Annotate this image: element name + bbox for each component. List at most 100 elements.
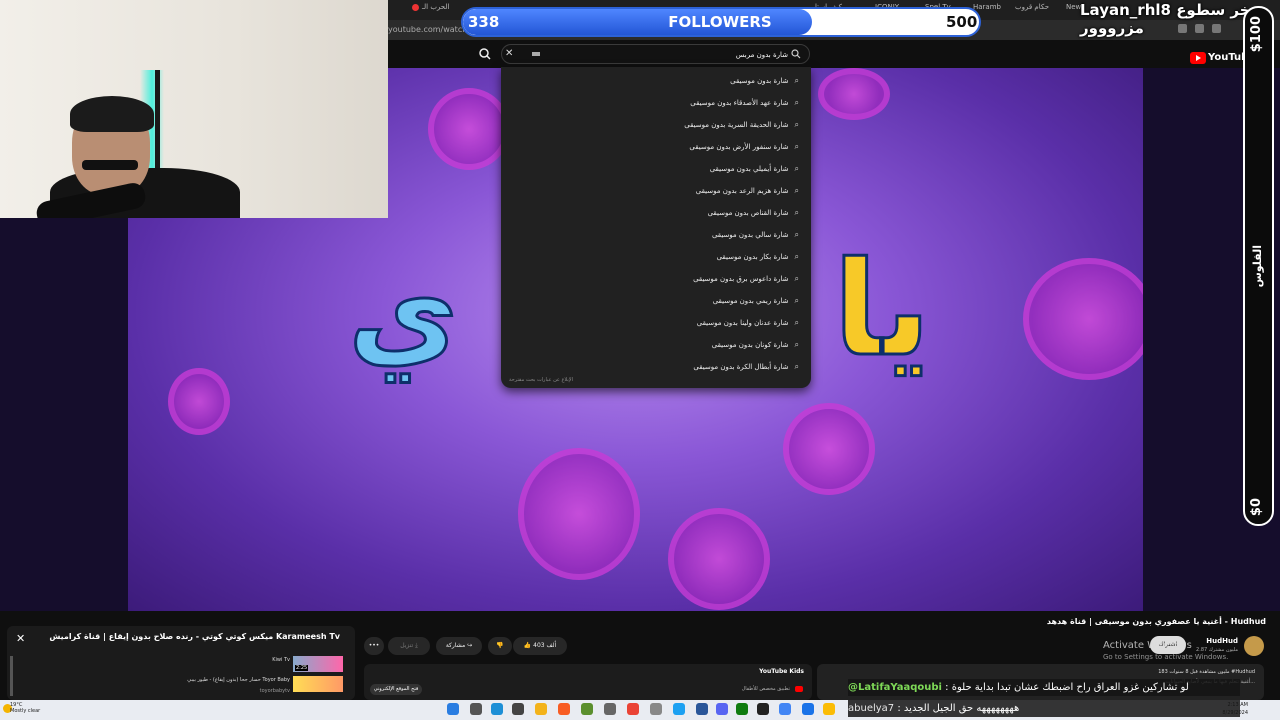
search-icon: ⌕ <box>794 362 799 371</box>
suggestion-item[interactable]: ﺷﺎﺭﺓ ﺑﻜﺎﺭ ﺑﺪﻭﻥ ﻣﻮﺳﻴﻘﻰ ⌕ <box>519 247 799 267</box>
bubble-decoration <box>783 403 875 495</box>
streamer-hair <box>70 96 154 132</box>
activate-windows-title: Activate Windows <box>1103 640 1192 651</box>
suggestion-item[interactable]: ﺷﺎﺭﺓ ﺍﻟﺤﺪﻳﻘﺔ ﺍﻟﺴﺮﻳﺔ ﺑﺪﻭﻥ ﻣﻮﺳﻴﻘﻰ ⌕ <box>519 115 799 135</box>
video-title-art-left: ي <box>347 242 460 384</box>
youtube-kids-icon <box>795 686 803 692</box>
suggestion-item[interactable]: ﺷﺎﺭﺓ ﺭﻳﻤﻲ ﺑﺪﻭﻥ ﻣﻮﺳﻴﻘﻰ ⌕ <box>519 291 799 311</box>
start-icon[interactable] <box>447 703 459 715</box>
search-icon: ⌕ <box>794 318 799 327</box>
task-view-icon[interactable] <box>512 703 524 715</box>
channel-avatar[interactable] <box>1244 636 1264 656</box>
suggestion-item[interactable]: ﺷﺎﺭﺓ ﺳﺎﻟﻲ ﺑﺪﻭﻥ ﻣﻮﺳﻴﻘﻰ ⌕ <box>519 225 799 245</box>
discord-icon[interactable] <box>716 703 728 715</box>
activate-windows-sub: Go to Settings to activate Windows. <box>1103 653 1229 661</box>
bubble-decoration <box>1023 258 1143 380</box>
close-icon[interactable]: ✕ <box>16 632 25 645</box>
queue-thumbnail[interactable] <box>293 676 343 692</box>
video-views: 183 ﻣﻠﻴﻮﻥ ﻣﺸﺎﻫﺪﺓ ﻗﺒﻞ 8 ﺳﻨﻮﺍﺕ #Hudhud <box>1158 669 1255 675</box>
search-box[interactable] <box>501 44 810 64</box>
donation-min: $0 <box>1249 498 1264 517</box>
search-icon: ⌕ <box>794 340 799 349</box>
youtube-favicon-icon <box>412 3 419 11</box>
chrome-icon[interactable] <box>627 703 639 715</box>
search-icon: ⌕ <box>794 208 799 217</box>
file-explorer-icon[interactable] <box>535 703 547 715</box>
queue-thumbnail[interactable]: 2:25 <box>293 656 343 672</box>
suggestion-item[interactable]: ﺷﺎﺭﺓ ﺑﺪﻭﻥ ﻣﻮﺳﻴﻘﻰ ⌕ <box>519 71 799 91</box>
search-icon: ⌕ <box>794 142 799 151</box>
suggestion-item[interactable]: ﺷﺎﺭﺓ ﻛﻮﻧﺎﻥ ﺑﺪﻭﻥ ﻣﻮﺳﻴﻘﻰ ⌕ <box>519 335 799 355</box>
report-suggestions-link[interactable]: ﺍﻹﺑﻼﻍ ﻋﻦ ﻋﺒﺎﺭﺍﺕ ﺑﺤﺚ ﻣﻘﺘﺮﺣﺔ <box>509 377 573 383</box>
app-icon[interactable] <box>604 703 616 715</box>
suggestion-item[interactable]: ﺷﺎﺭﺓ ﺃﻳﻤﻴﻠﻲ ﺑﺪﻭﻥ ﻣﻮﺳﻴﻘﻰ ⌕ <box>519 159 799 179</box>
kids-promo-subtitle: ﺗﻄﺒﻴﻖ ﻣﺨﺼﺺ ﻟﻸﻃﻔﺎﻝ <box>741 686 790 692</box>
more-actions-button[interactable]: ••• <box>364 637 384 655</box>
app-icon[interactable] <box>673 703 685 715</box>
bubble-decoration <box>818 68 890 120</box>
search-button[interactable] <box>470 44 500 64</box>
download-icon: ⤓ <box>415 642 418 649</box>
search-icon: ⌕ <box>794 274 799 283</box>
bubble-decoration <box>518 448 640 580</box>
followers-label: FOLLOWERS <box>668 13 772 31</box>
bubble-decoration <box>668 508 770 610</box>
keyboard-icon[interactable] <box>532 52 540 56</box>
search-icon: ⌕ <box>794 76 799 85</box>
clear-search-icon[interactable]: ✕ <box>505 48 513 59</box>
video-title-art-right: يا <box>832 232 933 387</box>
share-button[interactable]: ﻣﺸﺎﺭﻛﺔ ↪ <box>436 637 482 655</box>
search-icon <box>479 48 491 60</box>
suggestion-item[interactable]: ﺷﺎﺭﺓ ﻫﺰﻳﻢ ﺍﻟﺮﻋﺪ ﺑﺪﻭﻥ ﻣﻮﺳﻴﻘﻰ ⌕ <box>519 181 799 201</box>
queue-item-title[interactable]: Kiwi Tv <box>40 657 290 663</box>
chat-message: @LatifaYaaqoubi : ﻟﻮ ﺗﺸﺎﺭﻛﻴﻦ ﻏﺰﻭ ﺍﻟﻌﺮﺍﻕ … <box>848 679 1240 696</box>
app-icon[interactable] <box>650 703 662 715</box>
dislike-button[interactable]: 👎 <box>488 637 512 655</box>
donation-label: ﺍﻟﻔﻠﻮﺱ <box>1251 245 1264 288</box>
suggestion-item[interactable]: ﺷﺎﺭﺓ ﺃﺑﻄﺎﻝ ﺍﻟﻜﺮﺓ ﺑﺪﻭﻥ ﻣﻮﺳﻴﻘﻰ ⌕ <box>519 357 799 377</box>
video-title: ﺃﻏﻨﻴﺔ ﻳﺎ ﻋﺼﻔﻮﺭﻱ ﺑﺪﻭﻥ ﻣﻮﺳﻴﻘﻰ | ﻗﻨﺎﺓ ﻫﺪﻫﺪ … <box>1046 617 1266 626</box>
queue-scrollbar[interactable] <box>10 656 13 696</box>
minecraft-icon[interactable] <box>581 703 593 715</box>
brave-icon[interactable] <box>558 703 570 715</box>
search-icon[interactable] <box>470 703 482 715</box>
queue-title: ﻣﻴﻜﺲ ﻛﻮﺗﻲ ﻛﻮﺗﻲ - ﺭﻧﺪﻩ ﺻﻼﺡ ﺑﺪﻭﻥ ﺇﻳﻘﺎﻉ | ﻗ… <box>49 632 340 641</box>
search-icon <box>791 49 801 59</box>
browser-tab[interactable]: ﺍﻟﺤﺮﺏ ﺍﻟـ <box>412 3 449 17</box>
donation-max: $100 <box>1249 16 1264 53</box>
browser-tab[interactable]: ﺣﻜﺎﻡ ﻗﺮﻭﺏ <box>1015 3 1049 17</box>
chrome-icon[interactable] <box>823 703 835 715</box>
app-icon[interactable] <box>696 703 708 715</box>
suggestion-item[interactable]: ﺷﺎﺭﺓ ﻋﺪﻧﺎﻥ ﻭﻟﻴﻨﺎ ﺑﺪﻭﻥ ﻣﻮﺳﻴﻘﻰ ⌕ <box>519 313 799 333</box>
edge-icon[interactable] <box>491 703 503 715</box>
obs-icon[interactable] <box>757 703 769 715</box>
queue-item-title[interactable]: ﺣﺴﺎﺭ ﺟﺤﺎ (ﺑﺪﻭﻥ ﺇﻳﻘﺎﻉ) - ﻃﻴﻮﺭ ﺑﻴﺒﻲ Toyor … <box>40 677 290 683</box>
app-icon[interactable] <box>802 703 814 715</box>
browser-tab[interactable]: New <box>1066 3 1081 17</box>
search-input[interactable] <box>536 48 790 62</box>
xbox-icon[interactable] <box>736 703 748 715</box>
kids-promo-title: YouTube Kids <box>759 668 804 675</box>
suggestion-item[interactable]: ﺷﺎﺭﺓ ﻋﻬﺪ ﺍﻷﺻﺪﻗﺎﺀ ﺑﺪﻭﻥ ﻣﻮﺳﻴﻘﻰ ⌕ <box>519 93 799 113</box>
suggestion-item[interactable]: ﺷﺎﺭﺓ ﺍﻟﻘﻨﺎﺹ ﺑﺪﻭﻥ ﻣﻮﺳﻴﻘﻰ ⌕ <box>519 203 799 223</box>
search-suggestions: ﺷﺎﺭﺓ ﺑﺪﻭﻥ ﻣﻮﺳﻴﻘﻰ ⌕ ﺷﺎﺭﺓ ﻋﻬﺪ ﺍﻷﺻﺪﻗﺎﺀ ﺑﺪﻭﻥ … <box>501 67 811 388</box>
webcam-overlay <box>0 0 388 218</box>
search-icon: ⌕ <box>794 98 799 107</box>
share-icon: ↪ <box>467 642 473 649</box>
suggestion-item[interactable]: ﺷﺎﺭﺓ ﺩﺍﻋﻮﺱ ﺑﺮﻕ ﺑﺪﻭﻥ ﻣﻮﺳﻴﻘﻰ ⌕ <box>519 269 799 289</box>
search-icon: ⌕ <box>794 230 799 239</box>
youtube-play-icon <box>1190 51 1206 64</box>
like-button[interactable]: 👍 403 ﺃﻟﻒ <box>513 637 567 655</box>
bubble-decoration <box>168 368 230 435</box>
google-icon[interactable] <box>779 703 791 715</box>
open-website-button[interactable]: ﻓﺘﺢ ﺍﻟﻤﻮﻗﻊ ﺍﻹﻟﻜﺘﺮﻭﻧﻲ <box>370 684 422 695</box>
chat-message: abuelya7 : ﻫﻬﻬﻬﻬﻬﻬﻬﻪ ﺣﻖ ﺍﻟﺠﻴﻞ ﺍﻟﺠﺪﻳﺪ <box>848 700 1240 717</box>
weather-widget[interactable]: 19°C Mostly clear <box>10 702 40 714</box>
thumb-down-icon: 👎 <box>496 642 504 649</box>
search-icon: ⌕ <box>794 120 799 129</box>
suggestion-item[interactable]: ﺷﺎﺭﺓ ﺳﻨﻔﻮﺭ ﺍﻷﺭﺽ ﺑﺪﻭﻥ ﻣﻮﺳﻴﻘﻰ ⌕ <box>519 137 799 157</box>
followers-current: 338 <box>468 13 500 31</box>
queue-item-channel: toyorbabytv <box>259 688 290 694</box>
followers-goal: 500 <box>946 13 978 31</box>
download-button[interactable]: ﺗﻨﺰﻳﻞ ⤓ <box>388 637 430 655</box>
